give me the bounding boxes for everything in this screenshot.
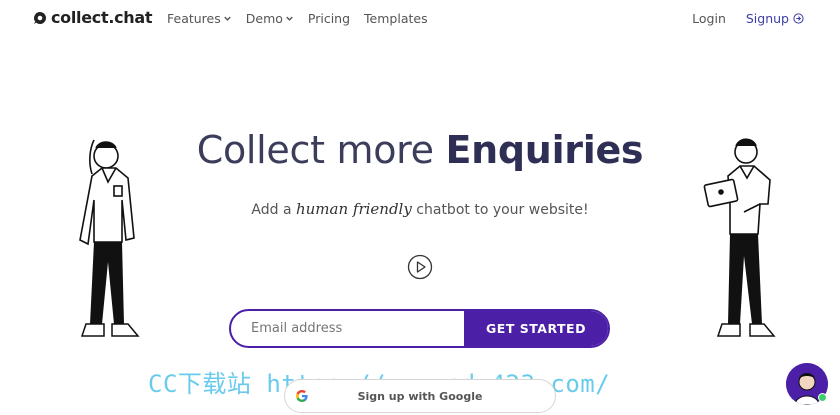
email-input[interactable] [231, 311, 464, 346]
brand-logo[interactable]: collect.chat [33, 8, 153, 27]
logo-icon [34, 11, 46, 24]
google-signup-label: Sign up with Google [357, 389, 483, 403]
nav-item-label: Templates [364, 11, 428, 26]
nav-item-features[interactable]: Features [167, 11, 232, 26]
nav-item-label: Pricing [307, 11, 351, 26]
chevron-down-icon [224, 16, 231, 21]
google-signup-button[interactable]: Sign up with Google [284, 379, 556, 413]
hero-subtitle: Add a human friendly chatbot to your web… [0, 200, 840, 218]
subtitle-prefix: Add a [251, 202, 296, 218]
nav-item-templates[interactable]: Templates [364, 11, 428, 26]
nav-item-demo[interactable]: Demo [246, 11, 294, 26]
signup-arrow-icon [793, 13, 804, 24]
nav-auth: Login Signup [692, 11, 804, 26]
online-status-dot [818, 393, 827, 402]
hero-headline: Collect more Enquiries [0, 128, 840, 172]
subtitle-suffix: chatbot to your website! [411, 202, 589, 218]
get-started-button[interactable]: GET STARTED [464, 311, 608, 346]
top-navigation: collect.chat Features Demo Pricing Templ… [0, 0, 840, 36]
chevron-down-icon [286, 16, 293, 21]
subtitle-script: human friendly [295, 200, 412, 218]
nav-item-pricing[interactable]: Pricing [308, 11, 350, 26]
brand-name: collect.chat [51, 8, 153, 27]
headline-emphasis: Enquiries [445, 128, 644, 172]
headline-prefix: Collect more [196, 128, 446, 172]
signup-form: GET STARTED [229, 309, 610, 348]
nav-item-label: Demo [245, 11, 283, 26]
signup-link[interactable]: Signup [746, 11, 804, 26]
login-link[interactable]: Login [692, 11, 726, 26]
google-icon [296, 390, 308, 402]
nav-links: Features Demo Pricing Templates [167, 11, 428, 26]
signup-label: Signup [745, 11, 789, 26]
play-icon[interactable] [407, 254, 433, 280]
nav-item-label: Features [167, 11, 221, 26]
